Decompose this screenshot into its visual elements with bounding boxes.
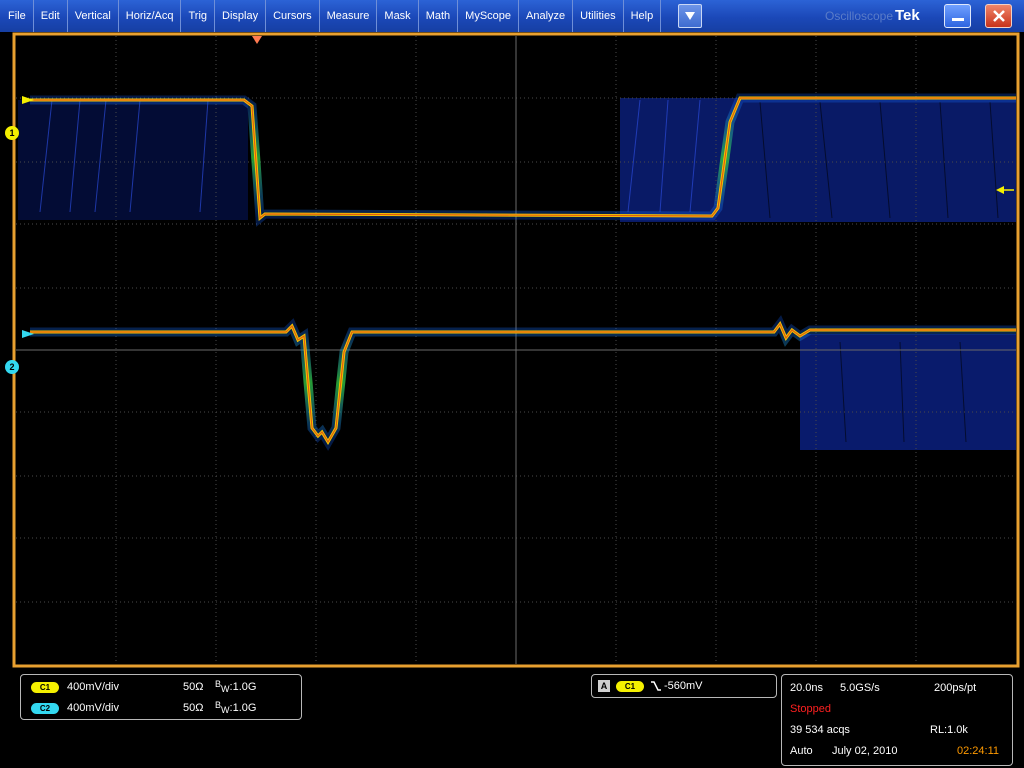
trigger-mode: Auto bbox=[790, 745, 813, 757]
ch1-settings-row[interactable]: C1 bbox=[31, 681, 59, 693]
waveform-display[interactable]: 1 2 bbox=[0, 32, 1024, 670]
graticule bbox=[12, 32, 1020, 668]
menu-item-vertical[interactable]: Vertical bbox=[68, 0, 119, 32]
bw-value: :1.0G bbox=[229, 681, 257, 693]
menu-item-cursors[interactable]: Cursors bbox=[266, 0, 320, 32]
bw-value: :1.0G bbox=[229, 702, 257, 714]
menu-item-help[interactable]: Help bbox=[624, 0, 662, 32]
status-panel: C1 400mV/div 50Ω BW:1.0G C2 400mV/div 50… bbox=[0, 670, 1024, 768]
trigger-mode-badge: A bbox=[598, 680, 610, 692]
channel-settings-box[interactable]: C1 400mV/div 50Ω BW:1.0G C2 400mV/div 50… bbox=[20, 674, 302, 720]
ch1-badge: C1 bbox=[31, 682, 59, 693]
chevron-down-icon bbox=[685, 12, 695, 20]
menu-item-mask[interactable]: Mask bbox=[377, 0, 419, 32]
ch2-scale: 400mV/div bbox=[67, 702, 119, 714]
ch2-impedance: 50Ω bbox=[183, 702, 204, 714]
menu-item-edit[interactable]: Edit bbox=[34, 0, 68, 32]
menu-item-horiz-acq[interactable]: Horiz/Acq bbox=[119, 0, 182, 32]
falling-edge-icon bbox=[651, 681, 661, 691]
minimize-button[interactable] bbox=[944, 4, 971, 28]
sample-rate: 5.0GS/s bbox=[840, 682, 880, 694]
ch1-bandwidth: BW:1.0G bbox=[215, 679, 257, 694]
menu-item-myscope[interactable]: MyScope bbox=[458, 0, 520, 32]
trigger-settings-box[interactable]: A C1 -560mV bbox=[591, 674, 777, 698]
brand-logo: Tek bbox=[895, 7, 920, 24]
close-icon bbox=[993, 10, 1005, 22]
ch1-scale: 400mV/div bbox=[67, 681, 119, 693]
menu: File Edit Vertical Horiz/Acq Trig Display Curs… bbox=[0, 0, 662, 32]
run-status: Stopped bbox=[790, 703, 831, 715]
date: July 02, 2010 bbox=[832, 745, 898, 757]
trigger-position-icon[interactable] bbox=[252, 36, 262, 44]
menu-item-file[interactable]: File bbox=[0, 0, 34, 32]
clock-time: 02:24:11 bbox=[957, 745, 1000, 757]
ch1-marker[interactable]: 1 bbox=[5, 126, 19, 140]
bw-sub: W bbox=[221, 705, 230, 715]
ch1-impedance: 50Ω bbox=[183, 681, 204, 693]
bw-sub: W bbox=[221, 684, 230, 694]
title-ghost-text: Oscilloscope bbox=[825, 9, 894, 23]
trigger-source-badge: C1 bbox=[616, 681, 644, 692]
timebase: 20.0ns bbox=[790, 682, 824, 694]
ch2-bandwidth: BW:1.0G bbox=[215, 700, 257, 715]
menu-item-display[interactable]: Display bbox=[215, 0, 267, 32]
ch2-badge: C2 bbox=[31, 703, 59, 714]
menu-item-analyze[interactable]: Analyze bbox=[519, 0, 574, 32]
menu-item-trig[interactable]: Trig bbox=[181, 0, 216, 32]
menu-item-math[interactable]: Math bbox=[419, 0, 459, 32]
acquisition-count: 39 534 acqs bbox=[790, 724, 850, 736]
record-length: RL:1.0k bbox=[930, 724, 968, 736]
ch2-settings-row[interactable]: C2 bbox=[31, 702, 59, 714]
minimize-icon bbox=[952, 18, 964, 21]
menu-bar: File Edit Vertical Horiz/Acq Trig Display Curs… bbox=[0, 0, 1024, 32]
menu-item-utilities[interactable]: Utilities bbox=[573, 0, 624, 32]
trigger-level: -560mV bbox=[664, 680, 703, 692]
menu-dropdown-button[interactable] bbox=[678, 4, 702, 28]
menu-item-measure[interactable]: Measure bbox=[320, 0, 378, 32]
ch2-marker[interactable]: 2 bbox=[5, 360, 19, 374]
resolution: 200ps/pt bbox=[934, 682, 977, 694]
persistence-cloud bbox=[18, 98, 1016, 450]
close-button[interactable] bbox=[985, 4, 1012, 28]
acquisition-box[interactable]: 20.0ns 5.0GS/s 200ps/pt Stopped 39 534 a… bbox=[781, 674, 1013, 766]
